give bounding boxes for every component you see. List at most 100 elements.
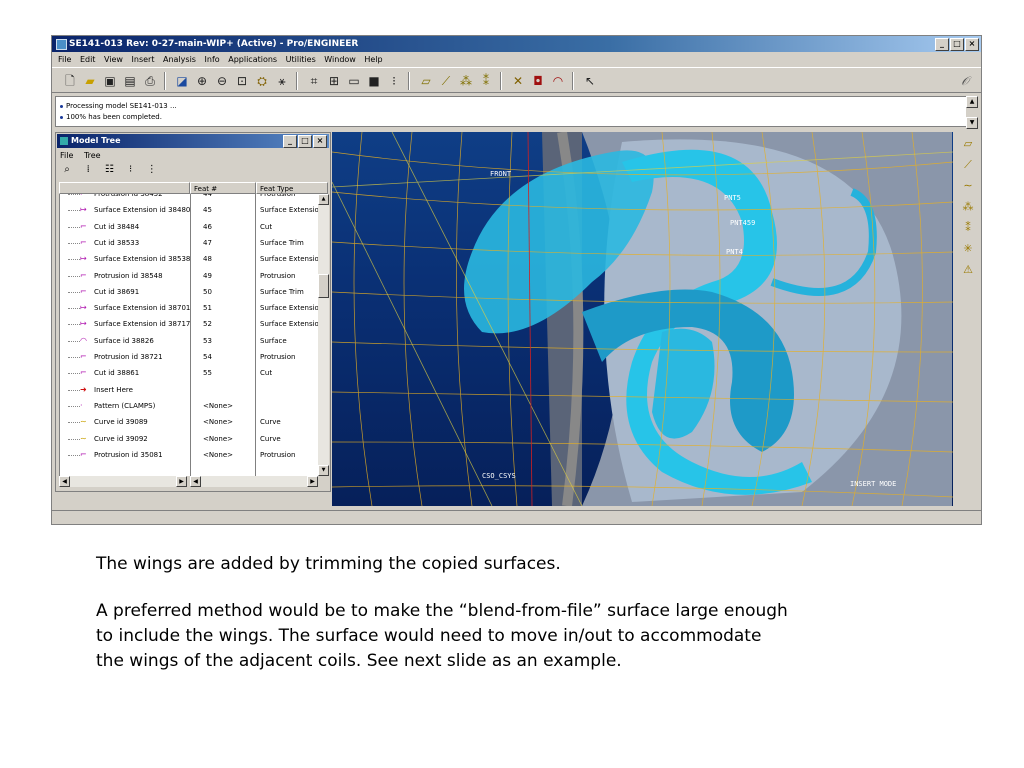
tree-minimize-button[interactable]: _: [283, 135, 297, 148]
expand-icon[interactable]: ⁝: [124, 164, 138, 175]
zoom-in-icon[interactable]: ⊕: [194, 73, 210, 89]
wireframe-icon[interactable]: ⌗: [306, 73, 322, 89]
feature-type: Protrusion: [260, 271, 296, 280]
tree-menu-tree[interactable]: Tree: [84, 151, 101, 160]
model-tree-icon[interactable]: ⁝: [386, 73, 402, 89]
menu-edit[interactable]: Edit: [80, 53, 96, 66]
columns-icon[interactable]: ☷: [102, 164, 116, 175]
menu-help[interactable]: Help: [364, 53, 382, 66]
viewport-label-front: FRONT: [490, 170, 512, 178]
minimize-button[interactable]: _: [935, 38, 949, 51]
menu-file[interactable]: File: [58, 53, 71, 66]
scroll-down-icon[interactable]: ▼: [318, 465, 329, 476]
hidden-line-icon[interactable]: ⊞: [326, 73, 342, 89]
datum-csys-icon[interactable]: ⁑: [478, 73, 494, 89]
orient-icon[interactable]: ⛭: [254, 73, 270, 89]
scroll-right-icon[interactable]: ▶: [176, 476, 187, 487]
menu-applications[interactable]: Applications: [228, 53, 277, 66]
datum-axis-icon[interactable]: ⟋: [438, 73, 454, 89]
close-button[interactable]: ×: [965, 38, 979, 51]
maximize-button[interactable]: □: [950, 38, 964, 51]
datum-plane-icon[interactable]: ▱: [959, 135, 977, 153]
whats-this-icon[interactable]: ↖: [582, 73, 598, 89]
tree-connector: [68, 275, 80, 277]
feature-type: Surface Extension: [260, 304, 318, 313]
find-icon[interactable]: ⌕: [60, 164, 74, 175]
tree-horizontal-scrollbar-right[interactable]: ◀ ▶: [190, 476, 318, 487]
menu-analysis[interactable]: Analysis: [163, 53, 196, 66]
scroll-up-icon[interactable]: ▲: [966, 96, 978, 108]
tree-vertical-scrollbar[interactable]: ▲ ▼: [318, 194, 329, 476]
sketcher-icon[interactable]: 𝒪: [957, 73, 973, 89]
saved-views-icon[interactable]: ⚹: [274, 73, 290, 89]
print-icon[interactable]: ⎙: [142, 73, 158, 89]
model-tree-list[interactable]: ⌐ Protrusion id 38432 44 Protrusion ↦ Surface…: [59, 194, 319, 476]
tree-connector: [68, 210, 80, 212]
datum-curve-icon[interactable]: ∼: [959, 177, 977, 195]
select-icon[interactable]: ◘: [530, 73, 546, 89]
menu-window[interactable]: Window: [324, 53, 356, 66]
tree-connector: [68, 194, 80, 195]
filter-icon[interactable]: ⁞: [81, 164, 95, 175]
datum-plane-icon[interactable]: ▱: [418, 73, 434, 89]
proe-window: SE141-013 Rev: 0-27-main-WIP+ (Active) -…: [51, 35, 982, 525]
feature-number: 45: [203, 206, 212, 215]
tree-connector: [68, 308, 80, 310]
tree-maximize-button[interactable]: □: [298, 135, 312, 148]
tree-close-button[interactable]: ×: [313, 135, 327, 148]
model-tree-title-bar[interactable]: Model Tree _ □ ×: [57, 134, 329, 148]
feature-icon: ∼: [80, 433, 87, 443]
repaint-icon[interactable]: ◪: [174, 73, 190, 89]
scroll-right-icon[interactable]: ▶: [307, 476, 318, 487]
shading-icon[interactable]: ■: [366, 73, 382, 89]
menu-insert[interactable]: Insert: [132, 53, 155, 66]
datum-warning-icon[interactable]: ⚠: [959, 261, 977, 279]
menu-info[interactable]: Info: [205, 53, 220, 66]
feature-type: Curve: [260, 418, 281, 427]
feature-name: Pattern (CLAMPS): [94, 401, 156, 410]
menu-view[interactable]: View: [104, 53, 123, 66]
tree-connector: [68, 291, 80, 293]
toolbar-separator: [408, 72, 410, 90]
scroll-thumb[interactable]: [318, 274, 329, 298]
new-icon[interactable]: 🗋: [62, 73, 78, 89]
save-copy-icon[interactable]: ▤: [122, 73, 138, 89]
save-icon[interactable]: ▣: [102, 73, 118, 89]
datum-point-icon[interactable]: ⁂: [458, 73, 474, 89]
title-bar[interactable]: SE141-013 Rev: 0-27-main-WIP+ (Active) -…: [52, 36, 981, 52]
column-header-name[interactable]: [59, 182, 190, 194]
tree-connector: [68, 226, 80, 228]
datum-axis-icon[interactable]: ⟋: [959, 156, 977, 174]
no-hidden-icon[interactable]: ▭: [346, 73, 362, 89]
viewport-label-pnt5: PNT5: [724, 194, 741, 202]
feature-type: Surface Trim: [260, 287, 304, 296]
feature-icon: ⌐: [80, 449, 87, 459]
column-header-feat-num[interactable]: Feat #: [190, 182, 256, 194]
scroll-left-icon[interactable]: ◀: [59, 476, 70, 487]
refit-icon[interactable]: ⊡: [234, 73, 250, 89]
column-header-feat-type[interactable]: Feat Type: [256, 182, 328, 194]
datum-csys-icon[interactable]: ⁑: [959, 219, 977, 237]
tree-horizontal-scrollbar-left[interactable]: ◀ ▶: [59, 476, 187, 487]
message-scrollbar[interactable]: ▲ ▼: [966, 96, 978, 129]
feature-icon: ⌐: [80, 270, 87, 280]
scroll-down-icon[interactable]: ▼: [966, 117, 978, 129]
collapse-icon[interactable]: ⋮: [145, 164, 159, 175]
feature-name: Surface Extension id 38480: [94, 206, 191, 215]
datum-offset-icon[interactable]: ✳: [959, 240, 977, 258]
zoom-out-icon[interactable]: ⊖: [214, 73, 230, 89]
spin-center-icon[interactable]: ✕: [510, 73, 526, 89]
feature-name: Cut id 38484: [94, 222, 140, 231]
scroll-left-icon[interactable]: ◀: [190, 476, 201, 487]
scroll-up-icon[interactable]: ▲: [318, 194, 329, 205]
open-icon[interactable]: ▰: [82, 73, 98, 89]
analysis-icon[interactable]: ◠: [550, 73, 566, 89]
menu-utilities[interactable]: Utilities: [286, 53, 316, 66]
tree-connector: [68, 405, 80, 407]
app-icon: [56, 39, 67, 50]
tree-connector: [68, 454, 80, 456]
viewport-label-csys: CSO_CSYS: [482, 472, 516, 480]
tree-menu-file[interactable]: File: [60, 151, 73, 160]
graphics-viewport[interactable]: FRONT PNT5 PNT459 PNT4 CSO_CSYS INSERT M…: [332, 132, 953, 506]
datum-point-icon[interactable]: ⁂: [959, 198, 977, 216]
